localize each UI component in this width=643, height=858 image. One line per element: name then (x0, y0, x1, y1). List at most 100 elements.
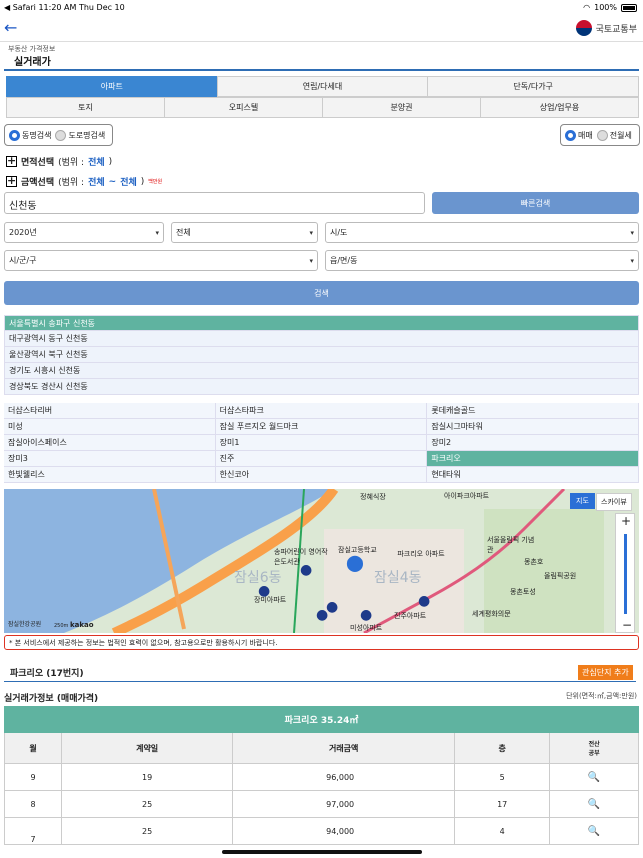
map-label: 잠실한강공원 (8, 621, 42, 628)
magnifier-icon[interactable]: 🔍 (588, 826, 600, 837)
tab-apartment[interactable]: 아파트 (6, 76, 218, 97)
radio-lease[interactable]: 전월세 (596, 129, 632, 141)
wifi-icon: ◠ (583, 3, 591, 12)
list-item[interactable]: 경기도 시흥시 신천동 (4, 363, 639, 379)
list-item[interactable]: 대구광역시 동구 신천동 (4, 331, 639, 347)
map-view[interactable]: 정혜식장 파크리오 아파트 잠실고등학교 송파어린이 영어작은도서관 잠실6동 … (4, 489, 639, 633)
complex-item[interactable]: 진주 (215, 451, 428, 467)
col-day: 계약일 (61, 732, 234, 764)
location-pin-icon[interactable]: ⬤ (346, 553, 364, 572)
sigungu-value: 시/군/구 (9, 256, 37, 265)
complex-item[interactable]: 롯데캐슬골드 (427, 403, 639, 419)
area-suffix: ) (108, 156, 113, 167)
complex-item[interactable]: 더샵스타파크 (215, 403, 428, 419)
area-range-prefix: (범위 : (58, 158, 85, 168)
tab-presale[interactable]: 분양권 (322, 97, 481, 118)
battery-text: 100% (594, 3, 617, 12)
tab-land[interactable]: 토지 (6, 97, 165, 118)
period-dropdown[interactable]: 전체 ▾ (171, 222, 318, 243)
map-marker-icon[interactable]: ● (316, 607, 328, 623)
battery-icon (621, 3, 637, 12)
map-marker-icon[interactable]: ● (360, 607, 372, 623)
list-item[interactable]: 경상북도 경산시 신천동 (4, 379, 639, 395)
amount-to[interactable]: 전체 (120, 175, 137, 188)
skyview-button[interactable]: 스카이뷰 (596, 493, 632, 511)
tab-house[interactable]: 단독/다가구 (427, 76, 640, 97)
radio-dong-search[interactable]: 동명검색 (9, 129, 52, 141)
map-marker-icon[interactable]: ● (418, 593, 430, 609)
radio-label: 동명검색 (22, 130, 52, 140)
complex-item[interactable]: 더샵스타리버 (4, 403, 216, 419)
map-label: 올림픽공원 (544, 572, 577, 580)
plus-icon[interactable]: + (6, 155, 17, 167)
zoom-slider[interactable] (624, 534, 627, 614)
zoom-control[interactable]: + − (615, 513, 635, 633)
title-divider (4, 69, 639, 71)
tab-commercial[interactable]: 상업/업무용 (480, 97, 639, 118)
map-label: 정혜식장 (360, 493, 386, 501)
complex-item[interactable]: 한신코아 (215, 467, 428, 483)
complex-item[interactable]: 잠실시그마타워 (427, 419, 639, 435)
chevron-down-icon: ▾ (309, 228, 313, 237)
page-title: 실거래가 (14, 57, 51, 68)
radio-on-icon (9, 129, 20, 141)
cell-month: 7 (3, 817, 63, 845)
zoom-out-icon[interactable]: − (622, 618, 632, 632)
cell-price: 96,000 (232, 763, 456, 791)
plus-icon[interactable]: + (6, 175, 17, 187)
area-select-row: + 면적선택 (범위 : 전체) (6, 155, 112, 168)
kakao-logo: kakao (70, 621, 94, 629)
back-arrow-icon[interactable]: ← (4, 18, 17, 37)
add-favorite-button[interactable]: 관심단지 추가 (578, 665, 633, 680)
search-input[interactable]: 신천동 (4, 192, 425, 214)
map-label: 잠실4동 (374, 570, 422, 586)
complex-item[interactable]: 장미3 (4, 451, 216, 467)
radio-sale[interactable]: 매매 (565, 129, 593, 141)
map-label: 몽촌토성 (510, 588, 536, 596)
cell-day: 25 (61, 790, 234, 818)
zoom-in-icon[interactable]: + (621, 514, 631, 528)
taegeuk-icon (575, 20, 592, 36)
radio-off-icon (55, 129, 67, 141)
complex-item[interactable]: 파크리오 (427, 451, 639, 467)
list-item[interactable]: 서울특별시 송파구 신천동 (4, 315, 639, 331)
complex-item[interactable]: 현대타워 (427, 467, 639, 483)
sido-value: 시/도 (330, 228, 348, 237)
area-label: 면적선택 (21, 158, 55, 168)
amount-from[interactable]: 전체 (88, 175, 105, 188)
radio-on-icon (565, 129, 576, 141)
complex-item[interactable]: 장미2 (427, 435, 639, 451)
map-mode-button[interactable]: 지도 (570, 493, 595, 509)
magnifier-icon[interactable]: 🔍 (588, 799, 600, 810)
cell-day: 25 (61, 817, 234, 845)
search-button[interactable]: 검색 (4, 281, 639, 305)
cell-day: 19 (61, 763, 234, 791)
tab-villa[interactable]: 연립/다세대 (216, 76, 429, 97)
col-month: 월 (3, 732, 63, 764)
complex-item[interactable]: 잠실아이스페이스 (4, 435, 216, 451)
magnifier-icon[interactable]: 🔍 (588, 772, 600, 783)
complex-item[interactable]: 미성 (4, 419, 216, 435)
tab-officetel[interactable]: 오피스텔 (164, 97, 323, 118)
quick-search-button[interactable]: 빠른검색 (432, 192, 639, 214)
radio-road-search[interactable]: 도로명검색 (55, 129, 105, 141)
col-floor: 층 (454, 732, 551, 764)
list-item[interactable]: 울산광역시 북구 신천동 (4, 347, 639, 363)
complex-item[interactable]: 잠실 푸르지오 월드마크 (215, 419, 428, 435)
area-value[interactable]: 전체 (88, 155, 105, 168)
cell-floor: 5 (454, 763, 551, 791)
table-caption: 파크리오 35.24㎡ (4, 706, 639, 733)
year-dropdown[interactable]: 2020년 ▾ (4, 222, 164, 243)
complex-item[interactable]: 장미1 (215, 435, 428, 451)
eupmyeon-dropdown[interactable]: 읍/면/동 ▾ (325, 250, 639, 271)
sigungu-dropdown[interactable]: 시/군/구 ▾ (4, 250, 318, 271)
sido-dropdown[interactable]: 시/도 ▾ (325, 222, 639, 243)
map-marker-icon[interactable]: ● (258, 583, 270, 599)
map-marker-icon[interactable]: ● (300, 562, 312, 578)
map-label: 몽촌호 (524, 558, 544, 566)
map-label: 아이파크아파트 (444, 492, 490, 500)
info-title: 실거래가정보 (매매가격) (4, 694, 99, 704)
complex-item[interactable]: 한빛웰리스 (4, 467, 216, 483)
map-label: 파크리오 아파트 (397, 550, 445, 558)
cell-month: 9 (3, 763, 63, 791)
